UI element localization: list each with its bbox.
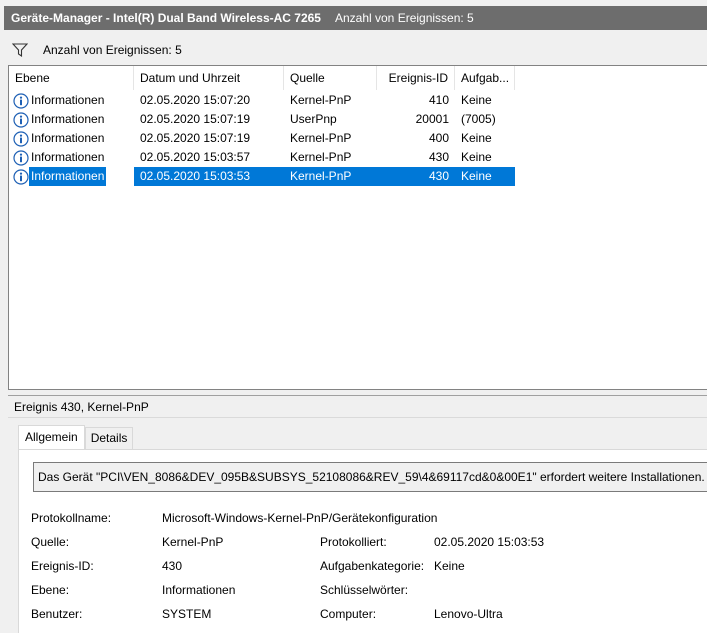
column-header-event-id[interactable]: Ereignis-ID (377, 66, 455, 90)
window-title: Geräte-Manager - Intel(R) Dual Band Wire… (11, 11, 321, 25)
value-source[interactable]: Kernel-PnP (162, 535, 223, 549)
cell-event-id: 400 (428, 131, 449, 145)
event-detail-header: Ereignis 430, Kernel-PnP (8, 396, 707, 418)
cell-event-id: 410 (428, 93, 449, 107)
level-text: Informationen (31, 93, 105, 107)
column-header-level[interactable]: Ebene (9, 66, 134, 90)
titlebar-bar[interactable]: Geräte-Manager - Intel(R) Dual Band Wire… (4, 6, 707, 30)
column-header-task[interactable]: Aufgab... (455, 66, 515, 90)
info-icon (13, 149, 29, 166)
level-text: Informationen (31, 150, 105, 164)
cell-source: Kernel-PnP (290, 93, 352, 107)
filter-icon[interactable] (11, 42, 29, 57)
cell-date: 02.05.2020 15:07:19 (140, 112, 251, 126)
cell-event-id: 430 (377, 167, 455, 186)
label-task-category: Aufgabenkategorie: (320, 559, 425, 573)
value-log-name[interactable]: Microsoft-Windows-Kernel-PnP/Gerätekonfi… (162, 511, 437, 525)
info-icon (13, 168, 29, 185)
cell-source: Kernel-PnP (290, 131, 352, 145)
cell-source: UserPnp (290, 112, 337, 126)
tab-allgemein[interactable]: Allgemein (18, 425, 85, 449)
value-event-id[interactable]: 430 (162, 559, 182, 573)
event-description[interactable]: Das Gerät "PCI\VEN_8086&DEV_095B&SUBSYS_… (33, 462, 707, 492)
cell-task: (7005) (461, 112, 496, 126)
table-row[interactable]: Informationen 02.05.2020 15:07:19 UserPnp 2… (9, 110, 515, 129)
cell-date: 02.05.2020 15:07:20 (140, 93, 251, 107)
level-text: Informationen (31, 131, 105, 145)
value-task-category[interactable]: Keine (434, 559, 465, 573)
column-header-date[interactable]: Datum und Uhrzeit (134, 66, 284, 90)
label-level: Ebene: (31, 583, 70, 597)
cell-event-id: 20001 (415, 112, 449, 126)
level-text: Informationen (29, 167, 107, 186)
tab-body-general: Das Gerät "PCI\VEN_8086&DEV_095B&SUBSYS_… (18, 449, 707, 633)
table-row[interactable]: Informationen 02.05.2020 15:07:20 Kernel-P… (9, 91, 515, 110)
title-event-count: Anzahl von Ereignissen: 5 (334, 11, 474, 25)
cell-task: Keine (461, 93, 492, 107)
cell-source: Kernel-PnP (290, 150, 352, 164)
cell-task: Keine (461, 131, 492, 145)
cell-date: 02.05.2020 15:07:19 (140, 131, 251, 145)
label-source: Quelle: (31, 535, 70, 549)
filter-bar: Anzahl von Ereignissen: 5 (8, 36, 707, 63)
label-event-id: Ereignis-ID: (31, 559, 94, 573)
filter-event-count: Anzahl von Ereignissen: 5 (43, 42, 182, 57)
cell-date: 02.05.2020 15:03:57 (140, 150, 251, 164)
table-row[interactable]: Informationen 02.05.2020 15:03:53 Kernel-P… (9, 167, 515, 186)
value-logged[interactable]: 02.05.2020 15:03:53 (434, 535, 544, 549)
cell-event-id: 430 (428, 150, 449, 164)
cell-level: Informationen (9, 167, 134, 186)
cell-date: 02.05.2020 15:03:53 (134, 167, 284, 186)
info-icon (13, 92, 29, 109)
info-icon (13, 130, 29, 147)
table-row[interactable]: Informationen 02.05.2020 15:07:19 Kernel-P… (9, 129, 515, 148)
tab-details[interactable]: Details (84, 427, 134, 449)
cell-task: Keine (455, 167, 515, 186)
cell-level: Informationen (9, 110, 134, 129)
table-row[interactable]: Informationen 02.05.2020 15:03:57 Kernel-P… (9, 148, 515, 167)
value-computer[interactable]: Lenovo-Ultra (434, 607, 503, 621)
info-icon (13, 111, 29, 128)
event-list[interactable]: Ebene Datum und Uhrzeit Quelle Ereignis-… (8, 65, 707, 390)
cell-source: Kernel-PnP (284, 167, 377, 186)
label-logged: Protokolliert: (320, 535, 387, 549)
event-detail-pane: Ereignis 430, Kernel-PnP Allgemein Detai… (8, 395, 707, 633)
cell-task: Keine (461, 150, 492, 164)
label-user: Benutzer: (31, 607, 83, 621)
value-user[interactable]: SYSTEM (162, 607, 211, 621)
label-computer: Computer: (320, 607, 377, 621)
event-list-rows: Informationen 02.05.2020 15:07:20 Kernel-P… (9, 91, 515, 186)
column-header-source[interactable]: Quelle (284, 66, 377, 90)
event-list-header: Ebene Datum und Uhrzeit Quelle Ereignis-… (9, 66, 515, 90)
cell-level: Informationen (9, 91, 134, 110)
cell-level: Informationen (9, 129, 134, 148)
detail-tabs: Allgemein Details (18, 425, 134, 449)
level-text: Informationen (31, 112, 105, 126)
value-level[interactable]: Informationen (162, 583, 235, 597)
cell-level: Informationen (9, 148, 134, 167)
label-keywords: Schlüsselwörter: (320, 583, 409, 597)
label-log-name: Protokollname: (31, 511, 112, 525)
window-titlebar: Geräte-Manager - Intel(R) Dual Band Wire… (0, 0, 707, 36)
